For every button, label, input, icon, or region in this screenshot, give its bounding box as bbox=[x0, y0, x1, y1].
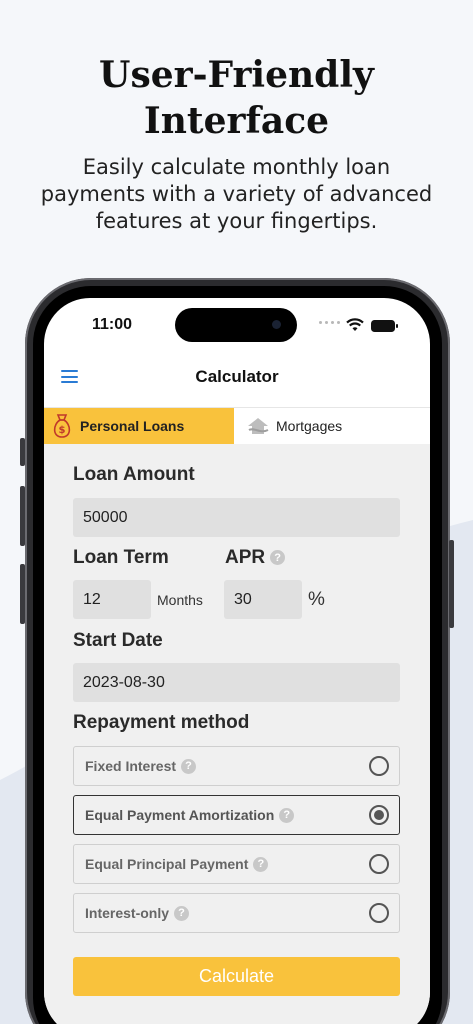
svg-text:$: $ bbox=[59, 425, 66, 436]
option-label: Equal Payment Amortization bbox=[85, 807, 275, 823]
help-icon[interactable]: ? bbox=[253, 856, 269, 872]
tab-label: Personal Loans bbox=[80, 418, 185, 434]
battery-icon bbox=[371, 320, 398, 332]
phone-side-button bbox=[20, 438, 25, 466]
loan-term-input[interactable]: 12 bbox=[73, 580, 151, 619]
help-icon[interactable]: ? bbox=[270, 550, 286, 566]
option-label: Equal Principal Payment bbox=[85, 856, 249, 872]
phone-volume-down bbox=[20, 564, 25, 624]
loan-term-label: Loan Term bbox=[73, 547, 169, 568]
help-icon[interactable]: ? bbox=[181, 758, 197, 774]
loan-term-unit: Months bbox=[157, 592, 203, 608]
option-label: Fixed Interest bbox=[85, 758, 177, 774]
radio-button-selected[interactable] bbox=[369, 805, 389, 825]
phone-volume-up bbox=[20, 486, 25, 546]
money-bag-icon: $ bbox=[50, 414, 74, 438]
phone-power-button bbox=[449, 540, 454, 628]
camera-icon bbox=[272, 320, 281, 329]
radio-button[interactable] bbox=[369, 756, 389, 776]
loan-amount-label: Loan Amount bbox=[73, 464, 195, 485]
start-date-input[interactable]: 2023-08-30 bbox=[73, 663, 400, 702]
signal-icon bbox=[319, 321, 340, 324]
apr-label: APR? bbox=[225, 547, 286, 569]
loan-type-tabs: $ Personal Loans Mortgages bbox=[44, 408, 430, 444]
radio-button[interactable] bbox=[369, 854, 389, 874]
promo-subtitle: Easily calculate monthly loan payments w… bbox=[40, 155, 433, 233]
radio-button[interactable] bbox=[369, 903, 389, 923]
status-time: 11:00 bbox=[92, 316, 133, 333]
dynamic-island bbox=[175, 308, 297, 342]
apr-unit: % bbox=[308, 589, 325, 610]
tab-mortgages[interactable]: Mortgages bbox=[234, 408, 430, 444]
repayment-method-label: Repayment method bbox=[73, 712, 250, 733]
navbar: Calculator bbox=[44, 360, 430, 408]
phone-screen: 11:00 Calculator $ Personal Loans Mortga… bbox=[44, 298, 430, 1024]
help-icon[interactable]: ? bbox=[174, 905, 190, 921]
promo-headline-line1: User-Friendly bbox=[99, 54, 374, 96]
repayment-option-interest-only[interactable]: Interest-only? bbox=[73, 893, 400, 933]
promo-headline-line2: Interface bbox=[143, 100, 330, 142]
apr-input[interactable]: 30 bbox=[224, 580, 302, 619]
tab-personal-loans[interactable]: $ Personal Loans bbox=[44, 408, 234, 444]
repayment-option-equal-payment-amortization[interactable]: Equal Payment Amortization? bbox=[73, 795, 400, 835]
promo-headline: User-Friendly Interface bbox=[0, 52, 473, 144]
calculator-form: Loan Amount 50000 Loan Term APR? 12 Mont… bbox=[44, 444, 430, 1024]
house-icon bbox=[246, 414, 270, 438]
tab-label: Mortgages bbox=[276, 418, 343, 434]
page-title: Calculator bbox=[195, 367, 279, 386]
repayment-option-equal-principal-payment[interactable]: Equal Principal Payment? bbox=[73, 844, 400, 884]
option-label: Interest-only bbox=[85, 905, 170, 921]
wifi-icon bbox=[346, 318, 364, 335]
calculate-button[interactable]: Calculate bbox=[73, 957, 400, 996]
start-date-label: Start Date bbox=[73, 630, 163, 651]
repayment-option-fixed-interest[interactable]: Fixed Interest? bbox=[73, 746, 400, 786]
loan-amount-input[interactable]: 50000 bbox=[73, 498, 400, 537]
help-icon[interactable]: ? bbox=[279, 807, 295, 823]
